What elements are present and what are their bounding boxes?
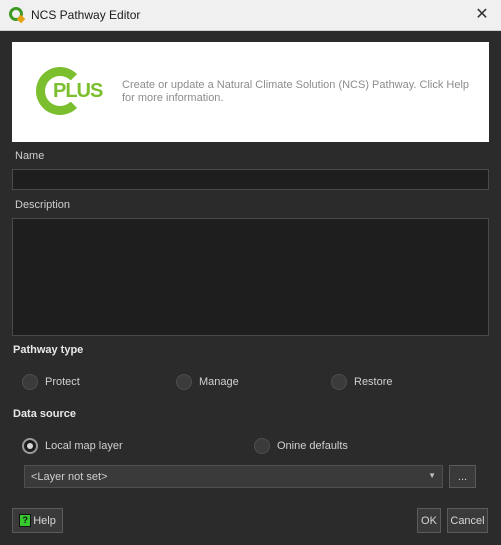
pathway-type-heading: Pathway type <box>13 344 84 356</box>
online-defaults-label: Onine defaults <box>277 440 348 452</box>
name-input[interactable] <box>12 169 489 190</box>
dropdown-arrow-icon: ▼ <box>428 471 436 480</box>
radio-unchecked-icon <box>22 374 38 390</box>
help-button[interactable]: ? Help <box>12 508 63 533</box>
radio-unchecked-icon <box>254 438 270 454</box>
layer-combo-value: <Layer not set> <box>31 470 108 483</box>
local-map-layer-radio[interactable]: Local map layer <box>22 438 123 454</box>
data-source-heading: Data source <box>13 408 76 420</box>
window-title: NCS Pathway Editor <box>31 8 141 22</box>
browse-layer-button[interactable]: ... <box>449 465 476 488</box>
cplus-logo: PLUS <box>36 67 103 117</box>
radio-unchecked-icon <box>176 374 192 390</box>
ok-button[interactable]: OK <box>417 508 441 533</box>
name-label: Name <box>15 150 45 162</box>
description-textarea[interactable] <box>12 218 489 336</box>
layer-combo[interactable]: <Layer not set> ▼ <box>24 465 443 488</box>
description-label: Description <box>15 199 71 211</box>
restore-radio[interactable]: Restore <box>331 374 393 390</box>
restore-label: Restore <box>354 376 393 388</box>
banner-description: Create or update a Natural Climate Solut… <box>122 79 470 104</box>
header-banner: PLUS Create or update a Natural Climate … <box>12 42 489 142</box>
help-label: Help <box>33 514 56 527</box>
manage-label: Manage <box>199 376 239 388</box>
online-defaults-radio[interactable]: Onine defaults <box>254 438 348 454</box>
protect-label: Protect <box>45 376 80 388</box>
close-icon[interactable]: ✕ <box>473 6 491 24</box>
radio-checked-icon <box>22 438 38 454</box>
cancel-button[interactable]: Cancel <box>447 508 488 533</box>
help-icon: ? <box>19 514 32 527</box>
local-map-layer-label: Local map layer <box>45 440 123 452</box>
radio-unchecked-icon <box>331 374 347 390</box>
qgis-icon <box>9 7 26 24</box>
protect-radio[interactable]: Protect <box>22 374 80 390</box>
title-bar: NCS Pathway Editor ✕ <box>0 0 501 31</box>
manage-radio[interactable]: Manage <box>176 374 239 390</box>
